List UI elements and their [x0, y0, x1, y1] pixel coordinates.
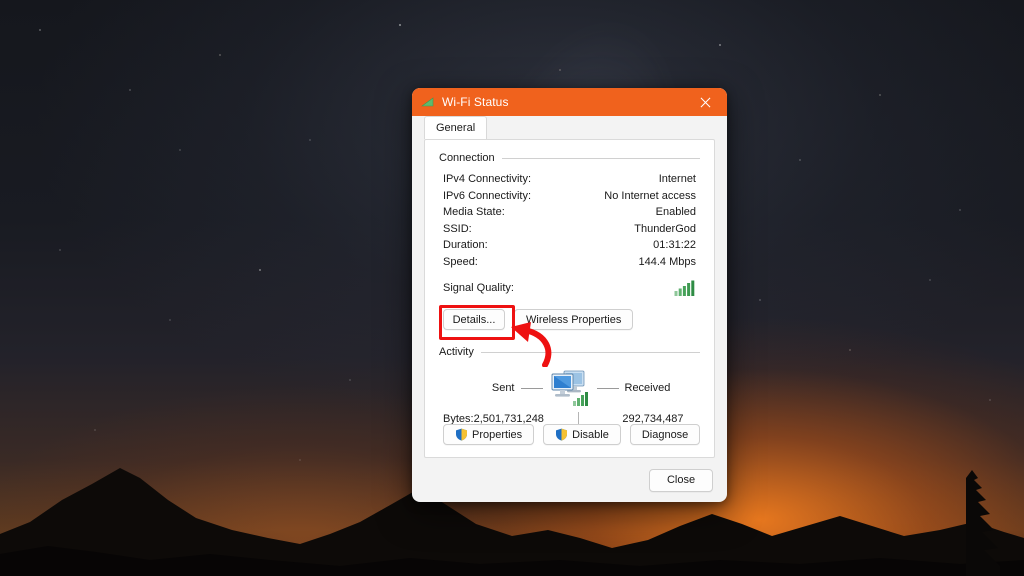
table-row: Speed: 144.4 Mbps — [425, 256, 714, 273]
general-tab-panel: Connection IPv4 Connectivity: Internet I… — [424, 139, 715, 458]
group-separator-line — [480, 351, 700, 353]
action-button-row: Properties Disable Diagnose — [425, 424, 714, 445]
activity-group-header: Activity — [425, 330, 714, 358]
signal-quality-row: Signal Quality: — [425, 278, 714, 298]
wifi-status-dialog: Wi-Fi Status General Connection IPv4 Con… — [412, 88, 727, 502]
table-row: Media State: Enabled — [425, 206, 714, 223]
row-value: Internet — [658, 173, 696, 185]
table-row: IPv4 Connectivity: Internet — [425, 173, 714, 190]
wifi-signal-icon — [421, 97, 434, 107]
two-computers-icon — [551, 370, 588, 406]
table-row: Duration: 01:31:22 — [425, 239, 714, 256]
disable-button-label: Disable — [572, 428, 609, 441]
row-label: IPv6 Connectivity: — [443, 189, 532, 202]
activity-section: Sent Received Bytes: 2,501,731,248 292,7… — [425, 368, 714, 428]
desktop-wallpaper: Wi-Fi Status General Connection IPv4 Con… — [0, 0, 1024, 576]
table-row: IPv6 Connectivity: No Internet access — [425, 190, 714, 207]
received-label: Received — [624, 382, 671, 394]
wireless-properties-button[interactable]: Wireless Properties — [514, 309, 634, 330]
received-dash — [596, 387, 619, 389]
group-separator-line — [501, 157, 700, 159]
row-value: 144.4 Mbps — [638, 255, 696, 268]
row-label: Duration: — [443, 239, 488, 251]
row-value: Enabled — [655, 206, 696, 218]
signal-bars-icon — [674, 280, 695, 296]
sent-header: Sent — [443, 382, 543, 394]
row-label: Speed: — [443, 255, 478, 268]
row-label: Media State: — [443, 206, 505, 218]
received-header: Received — [596, 382, 697, 394]
row-value: No Internet access — [604, 189, 696, 202]
uac-shield-icon — [556, 428, 568, 441]
connection-rows: IPv4 Connectivity: Internet IPv6 Connect… — [425, 173, 714, 272]
connection-group-label: Connection — [439, 152, 495, 164]
uac-shield-icon — [456, 428, 467, 441]
activity-group-label: Activity — [439, 346, 474, 358]
tab-general[interactable]: General — [424, 116, 488, 139]
properties-button[interactable]: Properties — [443, 424, 535, 445]
row-label: IPv4 Connectivity: — [443, 173, 532, 185]
tab-general-label: General — [436, 122, 476, 134]
window-title: Wi-Fi Status — [442, 95, 509, 109]
close-icon[interactable] — [683, 88, 727, 116]
signal-quality-label: Signal Quality: — [443, 282, 514, 294]
row-label: SSID: — [443, 222, 472, 235]
table-row: SSID: ThunderGod — [425, 223, 714, 240]
activity-header-row: Sent Received — [443, 368, 696, 408]
tab-strip: General — [412, 116, 727, 139]
details-button[interactable]: Details... — [443, 309, 505, 330]
sent-label: Sent — [491, 382, 515, 394]
diagnose-button[interactable]: Diagnose — [629, 424, 701, 445]
disable-button[interactable]: Disable — [543, 424, 621, 445]
dialog-footer: Close — [412, 458, 727, 502]
properties-button-label: Properties — [472, 428, 523, 441]
transfer-icon-wrap — [543, 368, 597, 408]
close-button[interactable]: Close — [649, 468, 713, 492]
row-value: 01:31:22 — [653, 239, 696, 251]
sent-dash — [520, 387, 543, 389]
connection-button-row: Details... Wireless Properties — [425, 305, 714, 367]
connection-group-header: Connection — [425, 140, 714, 164]
row-value: ThunderGod — [634, 222, 696, 235]
window-titlebar[interactable]: Wi-Fi Status — [412, 88, 727, 116]
